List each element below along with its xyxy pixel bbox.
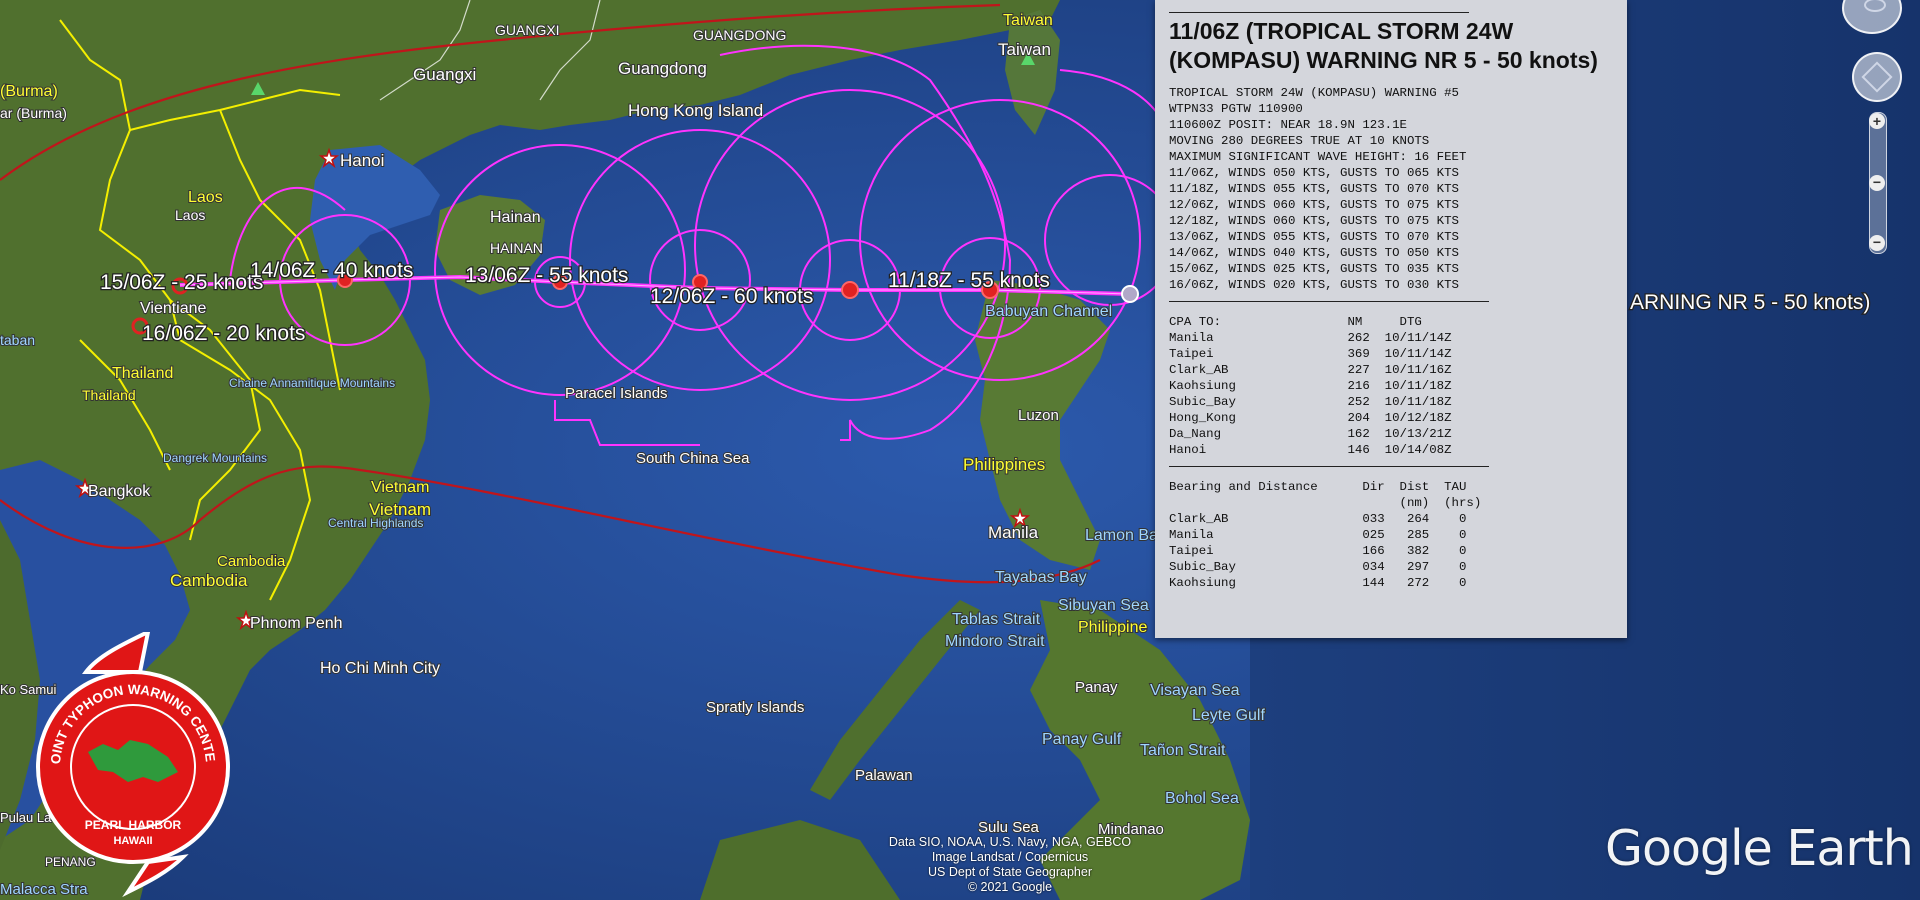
label-tayabas: Tayabas Bay — [995, 569, 1087, 586]
pan-control[interactable] — [1852, 52, 1902, 102]
label-leyte: Leyte Gulf — [1192, 707, 1265, 724]
map-credits: Data SIO, NOAA, U.S. Navy, NGA, GEBCO Im… — [790, 835, 1230, 895]
label-hainan-2: HAINAN — [490, 240, 543, 256]
cpa-table: CPA TO: NM DTG Manila 262 10/11/14Z Taip… — [1169, 315, 1452, 457]
label-thailand-2: Thailand — [82, 387, 136, 403]
label-dangrek: Dangrek Mountains — [163, 451, 267, 465]
label-philippines: Philippines — [963, 455, 1045, 474]
zoom-in-icon[interactable]: + — [1869, 113, 1885, 129]
credit-line-4: © 2021 Google — [967, 880, 1053, 894]
label-sibuyan: Sibuyan Sea — [1058, 597, 1149, 614]
label-bohol: Bohol Sea — [1165, 790, 1239, 807]
label-panay-gulf: Panay Gulf — [1042, 731, 1122, 748]
credit-line-2: Image Landsat / Copernicus — [931, 850, 1089, 864]
label-luzon: Luzon — [1018, 407, 1059, 424]
label-burma-1: (Burma) — [0, 83, 58, 100]
jtwc-logo: JOINT TYPHOON WARNING CENTER PEARL HARBO… — [28, 632, 230, 898]
label-south-china-sea: South China Sea — [636, 450, 750, 467]
separator-1 — [1169, 301, 1489, 302]
google-earth-logo: Google Earth — [1605, 820, 1914, 877]
track-label-1506: 15/06Z - 25 knots — [100, 271, 263, 294]
storm-icon-current[interactable] — [1121, 285, 1139, 303]
label-cambodia-1: Cambodia — [217, 553, 286, 570]
label-guangxi: Guangxi — [413, 65, 476, 84]
label-palawan: Palawan — [855, 767, 913, 784]
label-cambodia-2: Cambodia — [170, 571, 248, 590]
zoom-out-icon[interactable]: − — [1869, 235, 1885, 251]
label-vientiane: Vientiane — [140, 300, 207, 317]
move-arrows-icon — [1861, 61, 1893, 93]
label-spratly: Spratly Islands — [706, 699, 804, 716]
label-taban: taban — [0, 332, 35, 348]
label-hainan-1: Hainan — [490, 209, 541, 226]
track-label-1406: 14/06Z - 40 knots — [250, 259, 413, 282]
label-paracel: Paracel Islands — [565, 385, 668, 402]
eye-icon — [1864, 0, 1886, 12]
label-chaine: Chaine Annamitique Mountains — [229, 376, 395, 390]
label-philippine-2: Philippine — [1078, 619, 1147, 636]
label-mindoro: Mindoro Strait — [945, 633, 1045, 650]
zoom-thumb[interactable]: − — [1869, 175, 1885, 191]
label-thailand-1: Thailand — [112, 365, 173, 382]
label-hcmc: Ho Chi Minh City — [320, 660, 440, 677]
label-vietnam-1: Vietnam — [371, 479, 429, 496]
label-visayan: Visayan Sea — [1150, 682, 1240, 699]
label-panay: Panay — [1075, 679, 1118, 696]
jtwc-logo-bottom-1: PEARL HARBOR — [85, 818, 182, 832]
track-label-current-cut: ARNING NR 5 - 50 knots) — [1630, 291, 1870, 314]
label-lamon: Lamon Ba — [1085, 527, 1158, 544]
label-hongkong: Hong Kong Island — [628, 101, 763, 120]
separator-2 — [1169, 466, 1489, 467]
label-taiwan-2: Taiwan — [998, 40, 1051, 59]
label-babuyan: Babuyan Channel — [985, 303, 1112, 320]
popup-top-rule — [1169, 12, 1469, 13]
storm-icon-1206[interactable] — [841, 281, 859, 299]
label-hanoi: Hanoi — [340, 151, 384, 170]
warning-popup[interactable]: 11/06Z (TROPICAL STORM 24W (KOMPASU) WAR… — [1155, 0, 1627, 638]
track-label-1118: 11/18Z - 55 knots — [888, 269, 1050, 292]
label-sulu: Sulu Sea — [978, 819, 1040, 836]
label-guangdong-upper: GUANGDONG — [693, 27, 786, 43]
label-bangkok: Bangkok — [88, 483, 151, 500]
bearing-table: Bearing and Distance Dir Dist TAU (nm) (… — [1169, 480, 1482, 590]
zoom-slider[interactable]: + − − — [1869, 112, 1887, 254]
popup-title: 11/06Z (TROPICAL STORM 24W (KOMPASU) WAR… — [1169, 18, 1598, 73]
label-manila: Manila — [988, 523, 1039, 542]
track-label-1306: 13/06Z - 55 knots — [465, 264, 628, 287]
label-taiwan-1: Taiwan — [1003, 12, 1053, 29]
track-label-1206: 12/06Z - 60 knots — [650, 285, 813, 308]
jtwc-logo-bottom-2: HAWAII — [113, 835, 152, 847]
label-guangxi-upper: GUANGXI — [495, 22, 560, 38]
credit-line-3: US Dept of State Geographer — [928, 865, 1092, 879]
label-burma-2: ar (Burma) — [0, 105, 67, 121]
label-central-highlands: Central Highlands — [328, 516, 423, 530]
track-label-1606: 16/06Z - 20 knots — [142, 322, 305, 345]
label-guangdong: Guangdong — [618, 59, 707, 78]
label-tanon: Tañon Strait — [1140, 742, 1226, 759]
satellite-map[interactable]: GUANGXI GUANGDONG Guangxi Guangdong Hong… — [0, 0, 1920, 900]
credit-line-1: Data SIO, NOAA, U.S. Navy, NGA, GEBCO — [888, 835, 1132, 849]
label-laos-2: Laos — [175, 207, 205, 223]
warning-text: TROPICAL STORM 24W (KOMPASU) WARNING #5 … — [1169, 86, 1467, 292]
label-laos-1: Laos — [188, 189, 223, 206]
label-phnom-penh: Phnom Penh — [250, 615, 343, 632]
label-tablas: Tablas Strait — [952, 611, 1041, 628]
